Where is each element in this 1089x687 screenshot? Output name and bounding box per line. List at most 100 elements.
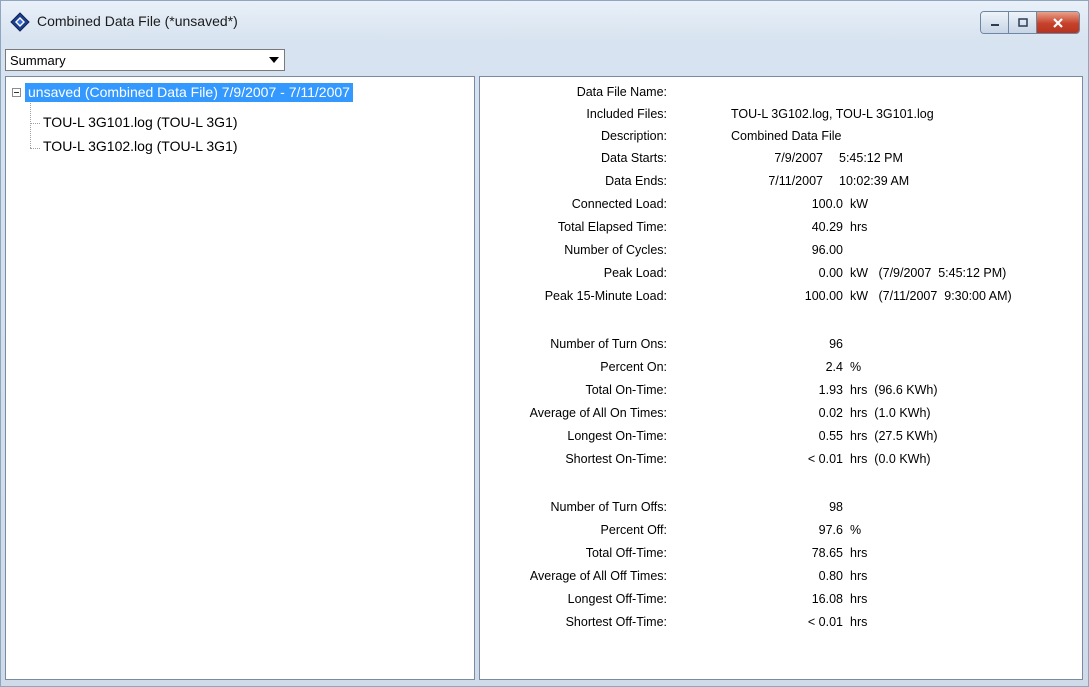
summary-row: Total Off-Time: 78.65 hrs <box>480 546 1080 566</box>
field-unit: % <box>850 360 862 374</box>
field-unit: kW (7/9/2007 5:45:12 PM) <box>850 266 1007 280</box>
field-value: Combined Data File <box>731 129 842 143</box>
summary-row: Number of Turn Ons: 96 <box>480 337 1080 357</box>
field-label: Longest On-Time: <box>567 429 667 443</box>
summary-row: Average of All Off Times: 0.80 hrs <box>480 569 1080 589</box>
field-label: Percent On: <box>600 360 667 374</box>
field-label: Data Ends: <box>605 174 667 188</box>
summary-row: Average of All On Times: 0.02 hrs (1.0 K… <box>480 406 1080 426</box>
summary-row: Number of Turn Offs: 98 <box>480 500 1080 520</box>
field-unit: kW (7/11/2007 9:30:00 AM) <box>850 289 1012 303</box>
field-value: < 0.01 <box>807 452 843 466</box>
field-unit: hrs (1.0 KWh) <box>850 406 931 420</box>
field-unit: hrs (96.6 KWh) <box>850 383 938 397</box>
summary-row: Connected Load: 100.0 kW <box>480 197 1080 217</box>
file-tree-panel: unsaved (Combined Data File) 7/9/2007 - … <box>5 76 475 680</box>
field-label: Number of Cycles: <box>564 243 667 257</box>
summary-row: Total On-Time: 1.93 hrs (96.6 KWh) <box>480 383 1080 403</box>
field-label: Shortest On-Time: <box>565 452 667 466</box>
view-select[interactable]: Summary <box>5 49 285 71</box>
field-label: Connected Load: <box>571 197 667 211</box>
summary-row: Peak Load: 0.00 kW (7/9/2007 5:45:12 PM) <box>480 266 1080 286</box>
summary-row: Description: Combined Data File <box>480 129 1080 149</box>
field-label: Total Off-Time: <box>585 546 667 560</box>
field-value: 0.00 <box>818 266 843 280</box>
app-diamond-icon <box>10 12 30 32</box>
tree-connector <box>30 123 40 124</box>
field-label: Average of All Off Times: <box>529 569 667 583</box>
tree-root-item[interactable]: unsaved (Combined Data File) 7/9/2007 - … <box>25 83 353 102</box>
app-window: Combined Data File (*unsaved*) Summary u… <box>0 0 1089 687</box>
field-value: 96.00 <box>811 243 843 257</box>
view-select-value: Summary <box>10 53 66 68</box>
field-label: Data File Name: <box>576 85 667 99</box>
summary-row: Shortest Off-Time: < 0.01 hrs <box>480 615 1080 635</box>
collapse-icon[interactable] <box>12 88 21 97</box>
field-time: 10:02:39 AM <box>839 174 910 188</box>
tree-child-item[interactable]: TOU-L 3G101.log (TOU-L 3G1) <box>43 114 238 130</box>
chevron-down-icon[interactable] <box>266 52 282 68</box>
field-value: 96 <box>829 337 843 351</box>
summary-row: Data Ends: 7/11/2007 10:02:39 AM <box>480 174 1080 194</box>
field-label: Percent Off: <box>600 523 667 537</box>
summary-row: Total Elapsed Time: 40.29 hrs <box>480 220 1080 240</box>
field-value: 78.65 <box>811 546 843 560</box>
close-button[interactable] <box>1037 12 1079 33</box>
field-value: 100.0 <box>811 197 843 211</box>
summary-panel: Data File Name: Included Files: TOU-L 3G… <box>479 76 1083 680</box>
field-unit: hrs (27.5 KWh) <box>850 429 938 443</box>
tree-connector <box>30 148 40 149</box>
summary-row: Longest Off-Time: 16.08 hrs <box>480 592 1080 612</box>
summary-row: Percent On: 2.4 % <box>480 360 1080 380</box>
field-value: 1.93 <box>818 383 843 397</box>
summary-row: Peak 15-Minute Load: 100.00 kW (7/11/200… <box>480 289 1080 309</box>
field-label: Peak Load: <box>603 266 667 280</box>
window-controls <box>980 11 1080 34</box>
field-unit: hrs (0.0 KWh) <box>850 452 931 466</box>
field-time: 5:45:12 PM <box>839 151 903 165</box>
field-value: 2.4 <box>825 360 843 374</box>
field-label: Number of Turn Ons: <box>550 337 667 351</box>
field-value: < 0.01 <box>807 615 843 629</box>
field-unit: hrs <box>850 220 868 234</box>
field-value: 40.29 <box>811 220 843 234</box>
field-label: Number of Turn Offs: <box>550 500 667 514</box>
field-value: 0.55 <box>818 429 843 443</box>
field-unit: hrs <box>850 569 868 583</box>
summary-row: Data File Name: <box>480 85 1080 105</box>
summary-row: Longest On-Time: 0.55 hrs (27.5 KWh) <box>480 429 1080 449</box>
summary-row: Shortest On-Time: < 0.01 hrs (0.0 KWh) <box>480 452 1080 472</box>
field-value: 97.6 <box>818 523 843 537</box>
field-label: Included Files: <box>586 107 667 121</box>
summary-row: Percent Off: 97.6 % <box>480 523 1080 543</box>
window-title: Combined Data File (*unsaved*) <box>37 13 238 29</box>
tree-connector <box>30 103 31 148</box>
field-unit: hrs <box>850 546 868 560</box>
field-label: Description: <box>601 129 667 143</box>
minimize-button[interactable] <box>981 12 1009 33</box>
field-value: TOU-L 3G102.log, TOU-L 3G101.log <box>731 107 934 121</box>
maximize-button[interactable] <box>1009 12 1037 33</box>
minimize-icon <box>990 23 999 26</box>
summary-row: Number of Cycles: 96.00 <box>480 243 1080 263</box>
field-label: Average of All On Times: <box>529 406 667 420</box>
tree-child-item[interactable]: TOU-L 3G102.log (TOU-L 3G1) <box>43 138 238 154</box>
field-value: 0.80 <box>818 569 843 583</box>
field-date: 7/11/2007 <box>768 174 823 188</box>
field-value: 98 <box>829 500 843 514</box>
field-label: Total Elapsed Time: <box>557 220 667 234</box>
field-unit: % <box>850 523 862 537</box>
field-value: 16.08 <box>811 592 843 606</box>
field-label: Peak 15-Minute Load: <box>544 289 667 303</box>
field-label: Total On-Time: <box>585 383 667 397</box>
maximize-icon <box>1017 17 1028 27</box>
summary-row: Included Files: TOU-L 3G102.log, TOU-L 3… <box>480 107 1080 127</box>
close-icon <box>1053 17 1063 28</box>
field-label: Shortest Off-Time: <box>565 615 667 629</box>
title-bar[interactable]: Combined Data File (*unsaved*) <box>1 1 1088 41</box>
field-value: 0.02 <box>818 406 843 420</box>
field-unit: hrs <box>850 592 868 606</box>
field-date: 7/9/2007 <box>774 151 823 165</box>
field-value: 100.00 <box>804 289 843 303</box>
field-label: Data Starts: <box>601 151 667 165</box>
